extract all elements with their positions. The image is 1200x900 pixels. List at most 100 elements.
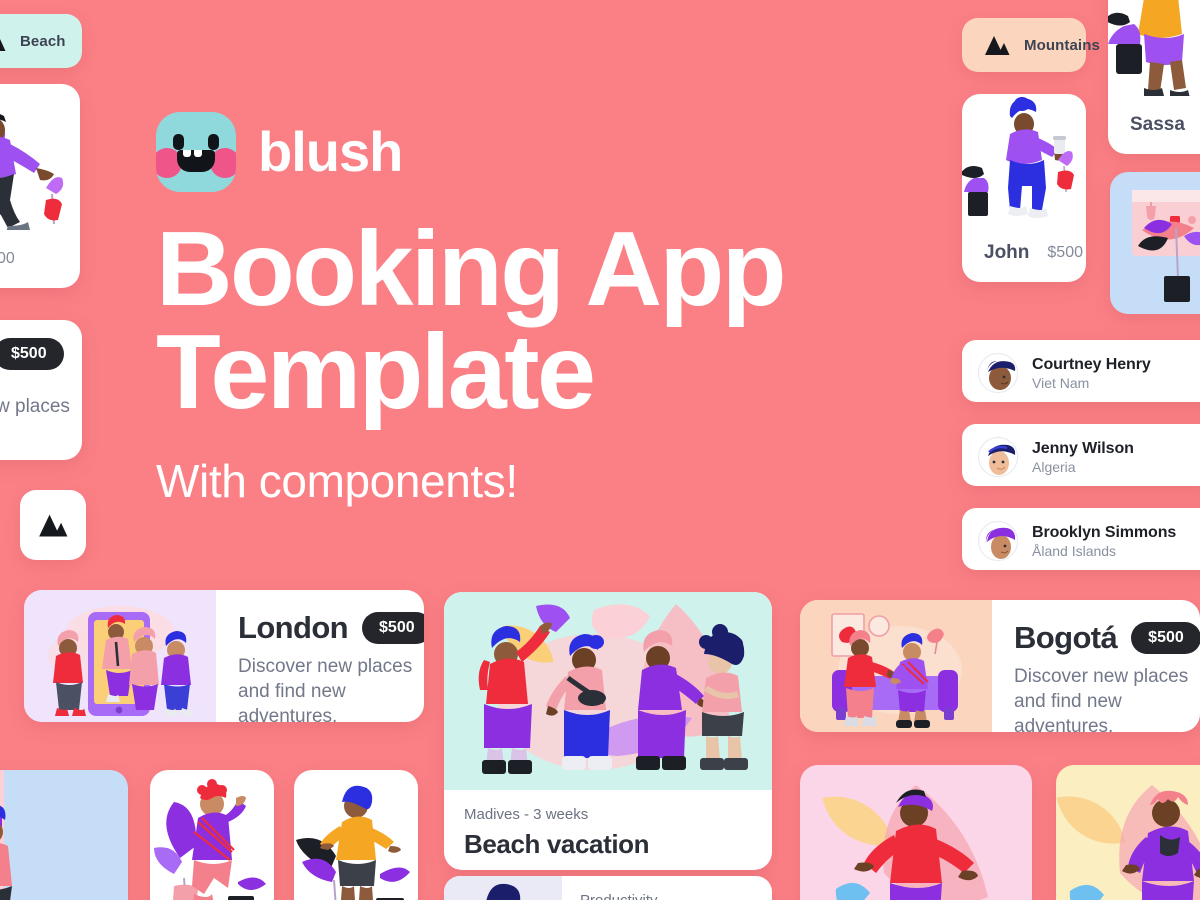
page-title: Booking App Template bbox=[156, 210, 916, 431]
mascot-eye-right bbox=[208, 134, 219, 150]
illustration-card-bottom-blue[interactable] bbox=[0, 770, 128, 900]
illustration-card-bottom-white-1[interactable] bbox=[150, 770, 274, 900]
destination-card-london[interactable]: London $500 Discover new places and find… bbox=[24, 590, 424, 722]
person-illustration bbox=[0, 84, 80, 234]
person-name: John bbox=[984, 242, 1030, 263]
avatar bbox=[978, 521, 1018, 561]
contact-name: Brooklyn Simmons bbox=[1032, 523, 1177, 541]
chip-beach-label: Beach bbox=[20, 32, 66, 50]
avatar bbox=[978, 353, 1018, 393]
destination-description: Discover new places and find new adventu… bbox=[1014, 666, 1189, 732]
person-illustration bbox=[962, 94, 1086, 224]
trip-body: Madives - 3 weeks Beach vacation bbox=[444, 790, 772, 870]
trip-card-beach-vacation[interactable]: Madives - 3 weeks Beach vacation bbox=[444, 592, 772, 870]
contact-row-jenny-wilson[interactable]: Jenny Wilson Algeria bbox=[962, 424, 1200, 486]
contact-row-courtney-henry[interactable]: Courtney Henry Viet Nam bbox=[962, 340, 1200, 402]
person-name: Sassa bbox=[1130, 114, 1185, 135]
person-card-john-right[interactable]: John $500 bbox=[962, 94, 1086, 282]
illustration-card-bottom-white-2[interactable] bbox=[294, 770, 418, 900]
destination-card-partial[interactable]: $500 w places bbox=[0, 320, 82, 460]
mascot-tooth-right bbox=[194, 150, 202, 157]
blush-mascot-icon bbox=[156, 112, 236, 192]
illustration-card-bottom-yellow[interactable] bbox=[1056, 765, 1200, 900]
contact-location: Åland Islands bbox=[1032, 542, 1117, 559]
person-card-meta: John $500 bbox=[962, 224, 1086, 282]
contact-row-brooklyn-simmons[interactable]: Brooklyn Simmons Åland Islands bbox=[962, 508, 1200, 570]
destination-body: Bogotá $500 Discover new places and find… bbox=[992, 600, 1200, 732]
contact-location: Viet Nam bbox=[1032, 374, 1090, 391]
avatar bbox=[978, 437, 1018, 477]
destination-header: London $500 bbox=[238, 610, 424, 646]
destination-title: Bogotá bbox=[1014, 620, 1118, 655]
avatar-brooklyn-simmons bbox=[980, 523, 1017, 560]
destination-price-badge: $500 bbox=[362, 612, 424, 644]
person-card-meta: nn $500 bbox=[0, 230, 80, 288]
productivity-body: Productivity bbox=[562, 876, 676, 900]
chip-mountains[interactable]: Mountains bbox=[962, 18, 1100, 72]
hero-section: blush Booking App Template With componen… bbox=[156, 112, 916, 508]
person-price: $500 bbox=[1047, 244, 1083, 261]
illustration-card-bottom-pink[interactable] bbox=[800, 765, 1032, 900]
productivity-card[interactable]: Productivity bbox=[444, 876, 772, 900]
avatar-jenny-wilson bbox=[980, 439, 1017, 476]
page-subtitle: With components! bbox=[156, 454, 518, 507]
mountains-icon-svg bbox=[39, 514, 68, 537]
icon-tile-mountains[interactable] bbox=[20, 490, 86, 560]
destination-title: London bbox=[238, 610, 349, 645]
destination-illustration bbox=[24, 590, 216, 722]
partial-price-badge: $500 bbox=[0, 338, 64, 370]
partial-description: w places bbox=[0, 396, 70, 417]
contact-name: Jenny Wilson bbox=[1032, 439, 1134, 457]
trip-subtitle: Madives - 3 weeks bbox=[464, 806, 589, 823]
mountains-icon-svg bbox=[0, 39, 6, 51]
trip-title: Beach vacation bbox=[464, 829, 650, 859]
contact-text: Jenny Wilson Algeria bbox=[1032, 440, 1134, 475]
london-illustration bbox=[48, 606, 194, 716]
person-price: $500 bbox=[0, 250, 15, 267]
destination-card-bogota[interactable]: Bogotá $500 Discover new places and find… bbox=[800, 600, 1200, 732]
mountains-icon-svg bbox=[985, 36, 1010, 55]
page-title-line-2: Template bbox=[156, 312, 596, 431]
person-card-meta: Sassa bbox=[1108, 96, 1200, 154]
mountains-icon bbox=[0, 30, 6, 52]
chip-beach[interactable]: Beach bbox=[0, 14, 82, 68]
destination-illustration bbox=[800, 600, 992, 732]
walking-person-illustration bbox=[0, 114, 64, 234]
standing-person-illustration bbox=[1108, 0, 1190, 100]
person-card-john-left[interactable]: nn $500 bbox=[0, 84, 80, 288]
productivity-label: Productivity bbox=[580, 892, 658, 900]
mascot-eye-left bbox=[173, 134, 184, 150]
contact-content: Brooklyn Simmons Åland Islands bbox=[962, 508, 1200, 570]
mountains-icon bbox=[38, 512, 68, 538]
contact-location: Algeria bbox=[1032, 458, 1076, 475]
brand-name: blush bbox=[258, 120, 403, 183]
person-card-sassa[interactable]: Sassa bbox=[1108, 0, 1200, 154]
standing-person-yellow-illustration bbox=[1056, 785, 1200, 900]
person-with-coffee-illustration bbox=[962, 97, 1074, 218]
contact-content: Courtney Henry Viet Nam bbox=[962, 340, 1200, 402]
trip-illustration bbox=[444, 592, 772, 790]
contact-content: Jenny Wilson Algeria bbox=[962, 424, 1200, 486]
avatar-courtney-henry bbox=[980, 355, 1017, 392]
bogota-illustration bbox=[831, 613, 962, 728]
destination-price-badge: $500 bbox=[1131, 622, 1200, 654]
dancing-person-illustration bbox=[154, 779, 266, 900]
mountains-icon bbox=[984, 34, 1010, 56]
illustration-card-blue-cafe[interactable] bbox=[1110, 172, 1200, 314]
reading-person-illustration bbox=[486, 883, 521, 900]
mascot-tooth-left bbox=[183, 150, 191, 157]
productivity-illustration bbox=[444, 876, 562, 900]
contact-text: Courtney Henry Viet Nam bbox=[1032, 356, 1151, 391]
destination-header: Bogotá $500 bbox=[1014, 620, 1200, 656]
destination-body: London $500 Discover new places and find… bbox=[216, 590, 424, 722]
cafe-scene-illustration bbox=[1132, 190, 1200, 302]
figure-4 bbox=[699, 624, 748, 770]
shopping-person-illustration bbox=[0, 770, 12, 900]
brand-row: blush bbox=[156, 112, 916, 192]
page-title-line-1: Booking App bbox=[156, 210, 787, 328]
standing-person-illustration bbox=[296, 785, 410, 900]
contact-text: Brooklyn Simmons Åland Islands bbox=[1032, 524, 1176, 559]
contact-name: Courtney Henry bbox=[1032, 355, 1151, 373]
person-illustration bbox=[1108, 0, 1200, 100]
destination-description: Discover new places and find new adventu… bbox=[238, 656, 413, 722]
